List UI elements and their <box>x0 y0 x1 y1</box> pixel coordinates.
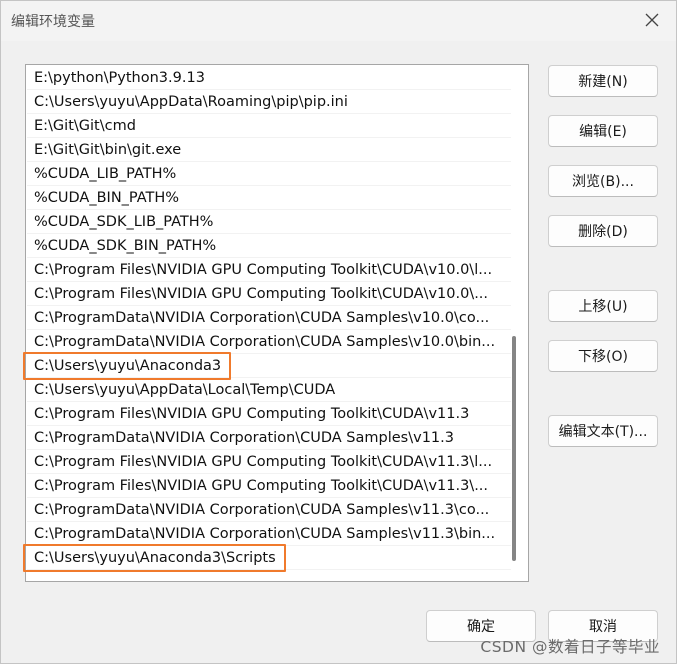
list-item[interactable]: C:\ProgramData\NVIDIA Corporation\CUDA S… <box>27 306 511 330</box>
list-item[interactable]: C:\ProgramData\NVIDIA Corporation\CUDA S… <box>27 522 511 546</box>
list-item[interactable]: E:\Git\Git\bin\git.exe <box>27 138 511 162</box>
list-item[interactable]: C:\Users\yuyu\Anaconda3 <box>27 354 511 378</box>
edit-env-variable-dialog: 编辑环境变量 E:\python\Python3.9.13 C:\Users\yu… <box>0 0 677 664</box>
window-title: 编辑环境变量 <box>11 14 95 30</box>
list-item[interactable]: C:\ProgramData\NVIDIA Corporation\CUDA S… <box>27 426 511 450</box>
list-item[interactable]: %CUDA_BIN_PATH% <box>27 186 511 210</box>
list-item[interactable]: %CUDA_LIB_PATH% <box>27 162 511 186</box>
list-item[interactable]: C:\Users\yuyu\AppData\Local\Temp\CUDA <box>27 378 511 402</box>
browse-button[interactable]: 浏览(B)... <box>548 165 658 197</box>
list-item[interactable]: E:\Git\Git\cmd <box>27 114 511 138</box>
move-up-button[interactable]: 上移(U) <box>548 290 658 322</box>
scrollbar[interactable] <box>511 66 527 580</box>
close-icon <box>645 12 659 31</box>
list-item[interactable]: E:\python\Python3.9.13 <box>27 66 511 90</box>
list-item[interactable]: %CUDA_SDK_LIB_PATH% <box>27 210 511 234</box>
list-item[interactable]: C:\Program Files\NVIDIA GPU Computing To… <box>27 450 511 474</box>
list-item[interactable]: C:\Users\yuyu\AppData\Roaming\pip\pip.in… <box>27 90 511 114</box>
edit-button[interactable]: 编辑(E) <box>548 115 658 147</box>
move-down-button[interactable]: 下移(O) <box>548 340 658 372</box>
scrollbar-thumb[interactable] <box>512 336 516 561</box>
list-item[interactable]: %CUDA_SDK_BIN_PATH% <box>27 234 511 258</box>
title-bar: 编辑环境变量 <box>1 1 676 41</box>
list-item[interactable]: C:\ProgramData\NVIDIA Corporation\CUDA S… <box>27 498 511 522</box>
list-item[interactable]: C:\Users\yuyu\Anaconda3\Scripts <box>27 546 511 570</box>
list-item[interactable]: C:\Program Files\NVIDIA GPU Computing To… <box>27 474 511 498</box>
list-item[interactable]: C:\Program Files\NVIDIA GPU Computing To… <box>27 402 511 426</box>
new-button[interactable]: 新建(N) <box>548 65 658 97</box>
edit-text-button[interactable]: 编辑文本(T)... <box>548 415 658 447</box>
delete-button[interactable]: 删除(D) <box>548 215 658 247</box>
path-list[interactable]: E:\python\Python3.9.13 C:\Users\yuyu\AppD… <box>25 64 529 582</box>
close-button[interactable] <box>638 7 666 35</box>
watermark: CSDN @数着日子等毕业 <box>480 638 660 656</box>
list-item[interactable]: C:\ProgramData\NVIDIA Corporation\CUDA S… <box>27 330 511 354</box>
list-item[interactable]: C:\Program Files\NVIDIA GPU Computing To… <box>27 282 511 306</box>
list-item[interactable]: C:\Program Files\NVIDIA GPU Computing To… <box>27 258 511 282</box>
